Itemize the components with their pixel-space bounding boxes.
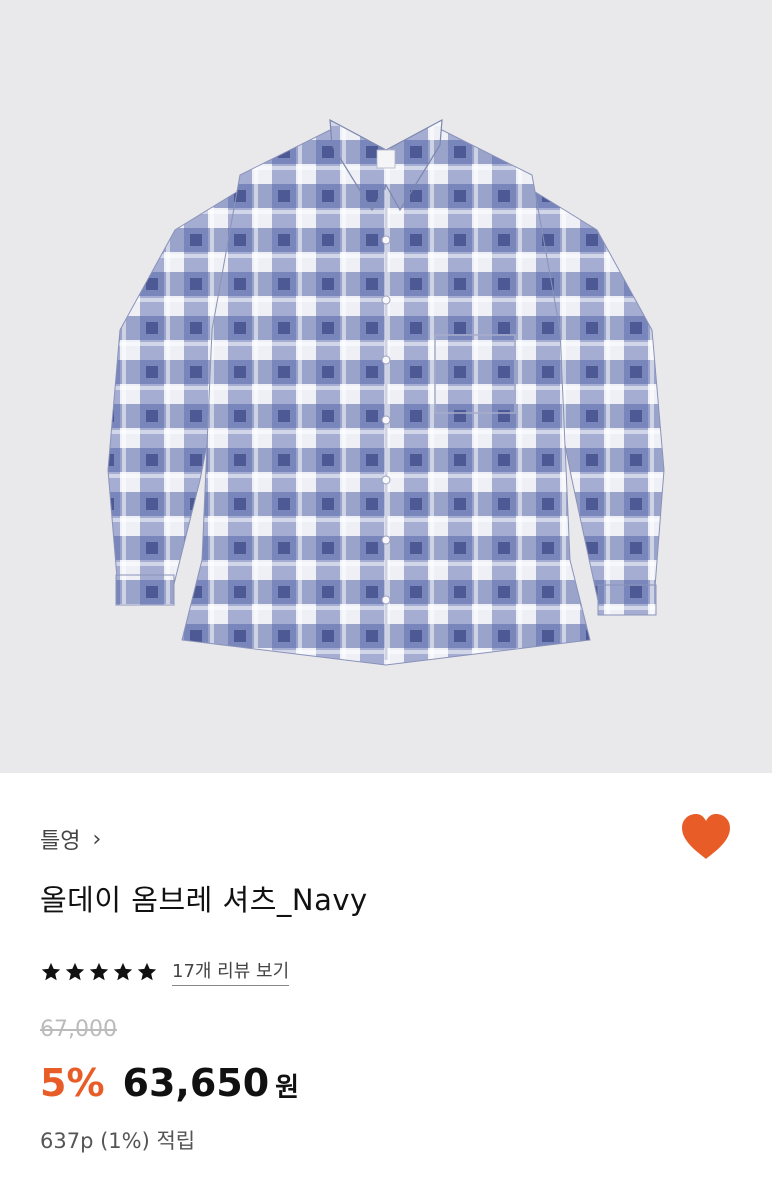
- review-link[interactable]: 17개 리뷰 보기: [172, 957, 290, 986]
- brand-name: 틀영: [40, 829, 81, 854]
- reward-points: 637p (1%) 적립: [40, 1129, 196, 1153]
- original-price: 67,000: [40, 1017, 117, 1042]
- star-icon: [89, 962, 109, 980]
- sale-price: 63,650: [122, 1061, 270, 1105]
- heart-icon: [682, 814, 730, 859]
- brand-link[interactable]: 틀영 ›: [40, 823, 101, 855]
- chevron-right-icon: ›: [92, 826, 102, 852]
- product-image[interactable]: [0, 0, 772, 773]
- discount-rate: 5%: [40, 1061, 105, 1105]
- rating-row: 17개 리뷰 보기: [40, 957, 290, 986]
- star-icon: [41, 962, 61, 980]
- shirt-illustration: [107, 118, 665, 666]
- currency-unit: 원: [275, 1073, 300, 1103]
- star-icon: [65, 962, 85, 980]
- price-row: 5% 63,650 원: [40, 1061, 299, 1105]
- product-info: 틀영 › 올데이 옴브레 셔츠_Navy 17개 리뷰 보기 67,000 5%…: [0, 773, 772, 1200]
- wishlist-button[interactable]: [680, 813, 732, 861]
- star-rating: [40, 961, 158, 983]
- product-title: 올데이 옴브레 셔츠_Navy: [40, 883, 368, 917]
- star-icon: [113, 962, 133, 980]
- star-icon: [137, 962, 157, 980]
